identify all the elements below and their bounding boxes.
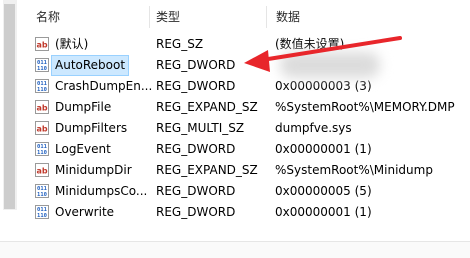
value-type: REG_DWORD — [156, 142, 236, 156]
column-divider[interactable] — [149, 6, 150, 28]
binary-value-icon: 011 110 — [35, 79, 49, 93]
value-data: 0x00000003 (3) — [275, 79, 372, 93]
column-header: 名称 类型 数据 — [22, 6, 470, 28]
list-item[interactable]: 011 110 CrashDumpEn... REG_DWORD 0x00000… — [30, 76, 470, 97]
value-data: %SystemRoot%\MEMORY.DMP — [275, 100, 455, 114]
value-name: CrashDumpEn... — [55, 79, 153, 93]
string-value-icon: ab — [35, 100, 49, 114]
binary-value-icon: 011 110 — [35, 205, 49, 219]
value-type: REG_DWORD — [156, 79, 236, 93]
list-item[interactable]: ab DumpFilters REG_MULTI_SZ dumpfve.sys — [30, 118, 470, 139]
value-data: 0x00000001 (1) — [275, 142, 372, 156]
value-type: REG_DWORD — [156, 184, 236, 198]
svg-text:110: 110 — [37, 66, 47, 72]
value-type: REG_MULTI_SZ — [156, 121, 245, 135]
svg-text:110: 110 — [37, 150, 47, 156]
value-name: DumpFilters — [55, 121, 128, 135]
binary-value-icon: 011 110 — [35, 142, 49, 156]
list-item[interactable]: 011 110 MinidumpsCo... REG_DWORD 0x00000… — [30, 181, 470, 202]
svg-text:ab: ab — [36, 167, 47, 176]
scrollbar-thumb[interactable] — [4, 4, 15, 209]
value-type: REG_SZ — [156, 37, 204, 51]
value-type: REG_DWORD — [156, 205, 236, 219]
list-item[interactable]: ab MinidumpDir REG_EXPAND_SZ %SystemRoot… — [30, 160, 470, 181]
column-header-name[interactable]: 名称 — [36, 6, 60, 28]
binary-value-icon: 011 110 — [35, 184, 49, 198]
svg-text:110: 110 — [37, 213, 47, 219]
horizontal-scrollbar[interactable] — [0, 241, 470, 258]
value-name: LogEvent — [55, 142, 111, 156]
value-type: REG_EXPAND_SZ — [156, 100, 258, 114]
value-data: 0x00000005 (5) — [275, 184, 372, 198]
value-name: DumpFile — [55, 100, 112, 114]
svg-text:ab: ab — [36, 125, 47, 134]
svg-text:110: 110 — [37, 87, 47, 93]
value-name: (默认) — [55, 37, 89, 51]
svg-text:ab: ab — [36, 41, 47, 50]
svg-text:ab: ab — [36, 104, 47, 113]
column-header-data[interactable]: 数据 — [276, 6, 300, 28]
value-type: REG_DWORD — [156, 58, 236, 72]
list-item[interactable]: ab DumpFile REG_EXPAND_SZ %SystemRoot%\M… — [30, 97, 470, 118]
list-item[interactable]: 011 110 AutoReboot REG_DWORD — [30, 55, 470, 76]
svg-text:110: 110 — [37, 192, 47, 198]
string-value-icon: ab — [35, 121, 49, 135]
redaction-blur — [280, 52, 380, 78]
value-data: 0x00000001 (1) — [275, 205, 372, 219]
value-name: MinidumpDir — [55, 163, 132, 177]
value-name: AutoReboot — [50, 55, 130, 76]
string-value-icon: ab — [35, 37, 49, 51]
value-name: MinidumpsCo... — [55, 184, 148, 198]
value-type: REG_EXPAND_SZ — [156, 163, 258, 177]
column-divider[interactable] — [266, 6, 267, 28]
value-data: %SystemRoot%\Minidump — [275, 163, 433, 177]
string-value-icon: ab — [35, 163, 49, 177]
list-item[interactable]: ab (默认) REG_SZ (数值未设置) — [30, 34, 470, 55]
value-name: Overwrite — [55, 205, 115, 219]
list-item[interactable]: 011 110 LogEvent REG_DWORD 0x00000001 (1… — [30, 139, 470, 160]
value-data: dumpfve.sys — [275, 121, 352, 135]
column-header-type[interactable]: 类型 — [156, 6, 180, 28]
vertical-scrollbar[interactable] — [0, 0, 18, 240]
list-item[interactable]: 011 110 Overwrite REG_DWORD 0x00000001 (… — [30, 202, 470, 223]
binary-value-icon: 011 110 — [35, 58, 49, 72]
